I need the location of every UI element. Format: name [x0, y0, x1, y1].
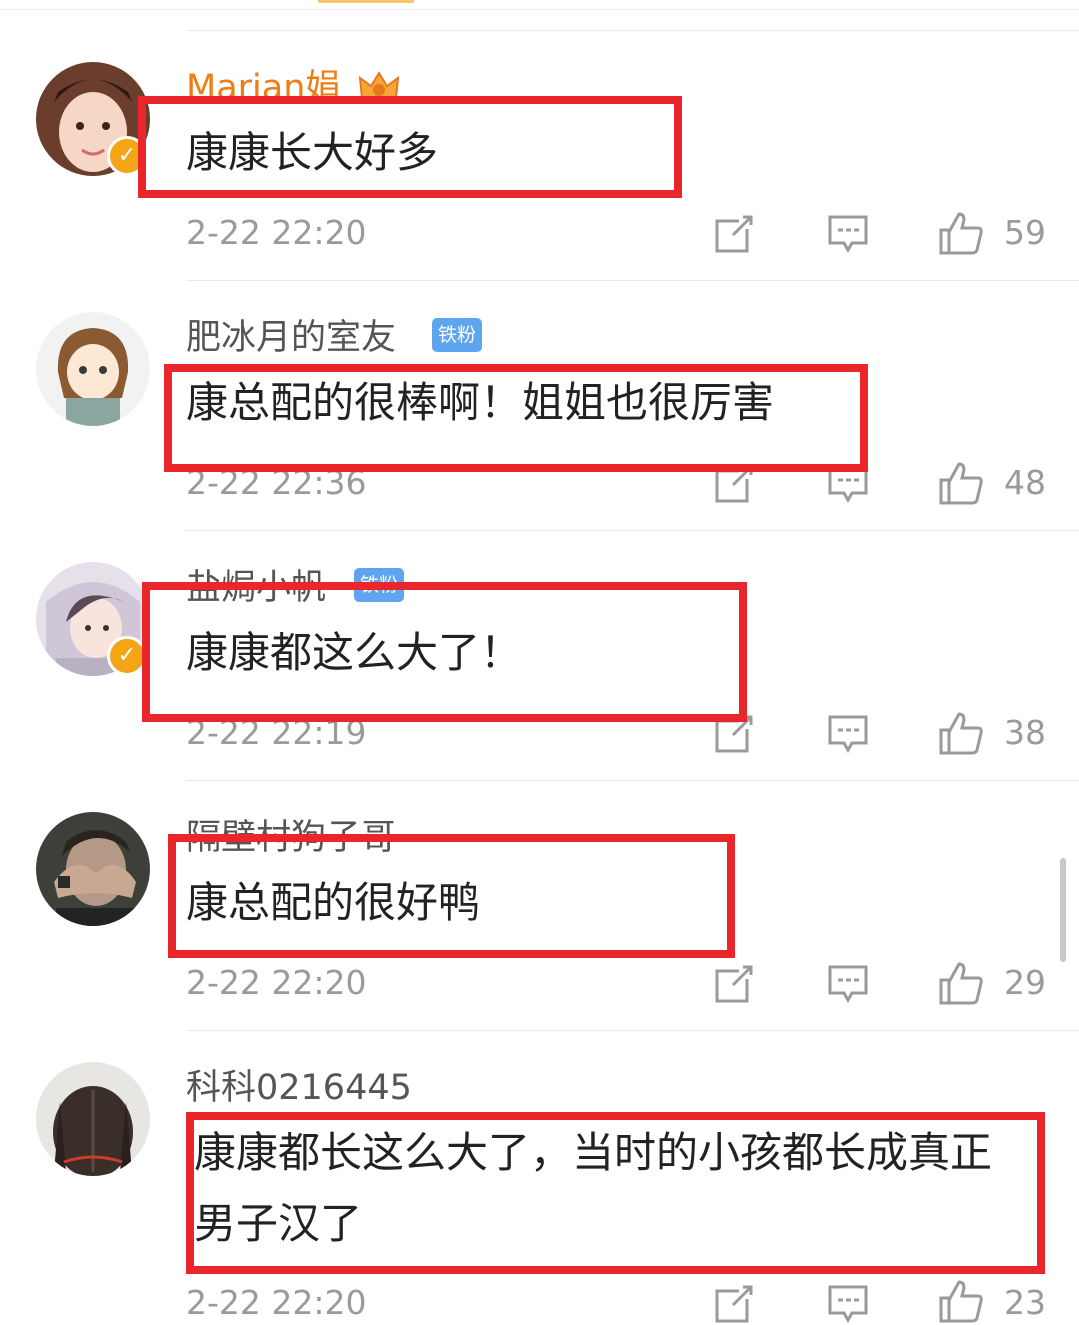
- highlight-box: [168, 834, 735, 958]
- like-count: 48: [1004, 463, 1046, 502]
- divider: [186, 780, 1079, 781]
- highlight-box: [142, 582, 747, 722]
- highlight-box: [186, 1112, 1045, 1274]
- like-count: 38: [1004, 713, 1046, 752]
- comment-item: ✓ Marian娟 康康长大好多 2-22 22:20 59: [0, 30, 1079, 280]
- share-icon[interactable]: [713, 963, 755, 1005]
- username[interactable]: 科科0216445: [186, 1068, 412, 1108]
- timestamp: 2-22 22:20: [186, 213, 367, 252]
- share-icon[interactable]: [713, 213, 755, 255]
- fan-badge: 铁粉: [432, 318, 483, 352]
- avatar[interactable]: [36, 812, 150, 926]
- comment-icon[interactable]: [827, 713, 869, 755]
- timestamp: 2-22 22:20: [186, 1283, 367, 1322]
- tab-indicator: [318, 0, 414, 3]
- thumbs-up-icon[interactable]: [938, 210, 984, 256]
- avatar[interactable]: [36, 1062, 150, 1176]
- divider: [186, 1030, 1079, 1031]
- highlight-box: [138, 96, 682, 198]
- thumbs-up-icon[interactable]: [938, 1278, 984, 1324]
- like-count: 29: [1004, 963, 1046, 1002]
- highlight-box: [164, 364, 868, 472]
- divider: [186, 530, 1079, 531]
- divider: [0, 9, 1079, 10]
- thumbs-up-icon[interactable]: [938, 460, 984, 506]
- like-count: 59: [1004, 213, 1046, 252]
- comment-icon[interactable]: [827, 963, 869, 1005]
- comment-item: 科科0216445 康康都长这么大了，当时的小孩都长成真正 男子汉了 2-22 …: [0, 1030, 1079, 1324]
- thumbs-up-icon[interactable]: [938, 710, 984, 756]
- avatar[interactable]: [36, 312, 150, 426]
- comment-item: 肥冰月的室友 铁粉 康总配的很棒啊！姐姐也很厉害 2-22 22:36 48: [0, 280, 1079, 530]
- like-count: 23: [1004, 1283, 1046, 1322]
- divider: [186, 280, 1079, 281]
- thumbs-up-icon[interactable]: [938, 960, 984, 1006]
- top-edge: [0, 0, 1079, 10]
- divider: [186, 30, 1079, 31]
- scrollbar[interactable]: [1060, 858, 1066, 962]
- timestamp: 2-22 22:20: [186, 963, 367, 1002]
- comment-icon[interactable]: [827, 213, 869, 255]
- username[interactable]: 肥冰月的室友: [186, 318, 396, 358]
- comment-item: ✓ 盐焗小帆 铁粉 康康都这么大了！ 2-22 22:19 38: [0, 530, 1079, 780]
- comment-item: 隔壁村狗子哥 康总配的很好鸭 2-22 22:20 29: [0, 780, 1079, 1030]
- verified-badge-icon: ✓: [107, 636, 147, 676]
